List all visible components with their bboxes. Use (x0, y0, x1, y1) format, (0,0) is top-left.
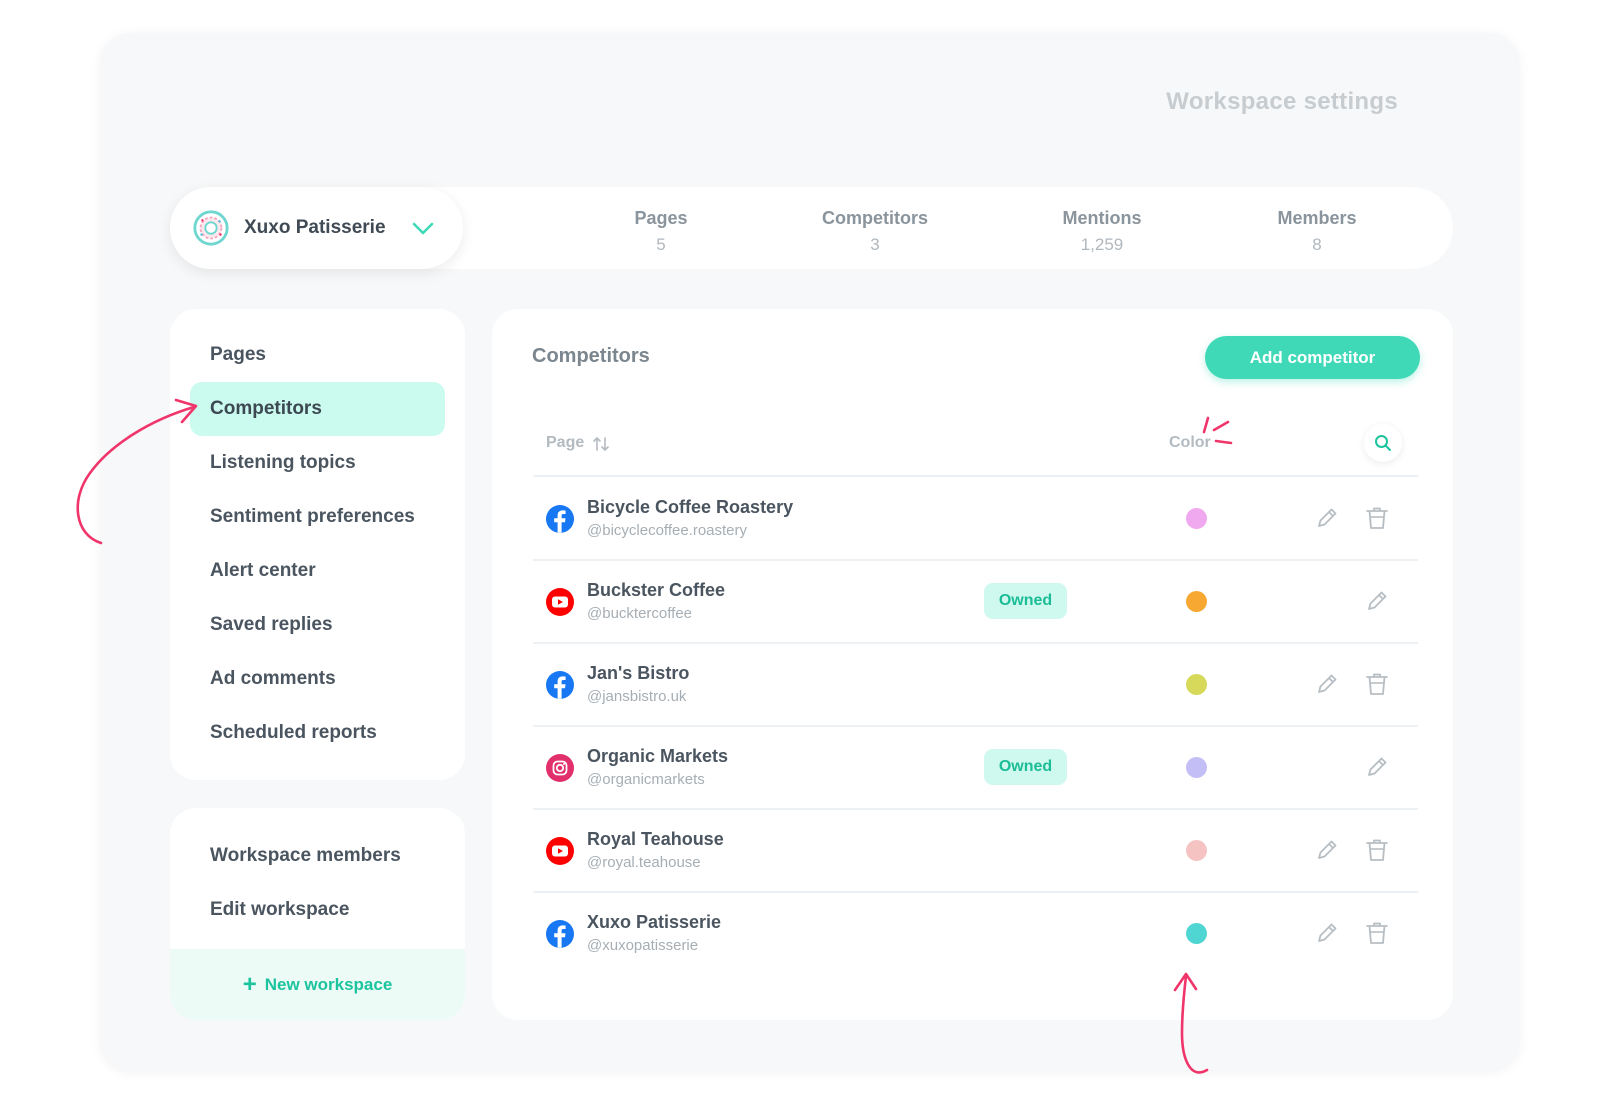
stat-value: 5 (656, 235, 666, 254)
new-workspace-button[interactable]: + New workspace (170, 949, 465, 1020)
nav-item-ad-comments[interactable]: Ad comments (190, 652, 445, 706)
edit-icon[interactable] (1363, 753, 1391, 781)
stat-mentions: Mentions 1,259 (1022, 208, 1182, 255)
search-icon (1375, 435, 1391, 451)
column-header-page[interactable]: Page (546, 434, 584, 452)
nav-item-edit-workspace[interactable]: Edit workspace (190, 883, 445, 937)
stat-competitors: Competitors 3 (795, 208, 955, 255)
color-dot[interactable] (1186, 508, 1207, 529)
table-row[interactable]: Buckster Coffee @bucktercoffee Owned (533, 560, 1418, 643)
workspace-name: Xuxo Patisserie (244, 217, 386, 238)
section-title: Competitors (532, 345, 650, 367)
stat-label: Competitors (821, 208, 928, 228)
owned-badge: Owned (984, 749, 1067, 785)
page-handle: @royal.teahouse (587, 854, 701, 871)
stat-pages: Pages 5 (581, 208, 741, 255)
table-row[interactable]: Xuxo Patisserie @xuxopatisserie (533, 892, 1418, 975)
stat-label: Members (1277, 208, 1357, 228)
stat-label: Mentions (1062, 208, 1142, 228)
donut-logo-icon (193, 210, 229, 246)
edit-icon[interactable] (1313, 836, 1341, 864)
trash-icon[interactable] (1363, 504, 1391, 532)
page-name: Bicycle Coffee Roastery (587, 497, 794, 517)
page-name: Royal Teahouse (587, 829, 724, 849)
facebook-icon (545, 919, 575, 949)
color-dot[interactable] (1186, 923, 1207, 944)
nav-item-alert-center[interactable]: Alert center (190, 544, 445, 598)
color-dot[interactable] (1186, 757, 1207, 778)
table-row[interactable]: Bicycle Coffee Roastery @bicyclecoffee.ro… (533, 477, 1418, 560)
nav-item-saved-replies[interactable]: Saved replies (190, 598, 445, 652)
column-header-color: Color (1169, 434, 1211, 451)
facebook-icon (545, 670, 575, 700)
stat-value: 3 (870, 235, 880, 254)
color-dot[interactable] (1186, 591, 1207, 612)
nav-item-scheduled-reports[interactable]: Scheduled reports (190, 706, 445, 760)
table-row[interactable]: Jan's Bistro @jansbistro.uk (533, 643, 1418, 726)
color-dot[interactable] (1186, 840, 1207, 861)
youtube-icon (545, 587, 575, 617)
stat-members: Members 8 (1237, 208, 1397, 255)
sort-icon[interactable] (592, 435, 610, 453)
stat-value: 8 (1312, 235, 1322, 254)
nav-item-listening-topics[interactable]: Listening topics (190, 436, 445, 490)
page-name: Organic Markets (587, 746, 729, 766)
stat-value: 1,259 (1080, 235, 1124, 254)
table-row[interactable]: Organic Markets @organicmarkets Owned (533, 726, 1418, 809)
nav-item-workspace-members[interactable]: Workspace members (190, 829, 445, 883)
edit-icon[interactable] (1313, 504, 1341, 532)
page-title: Workspace settings (1166, 88, 1398, 115)
page-handle: @bucktercoffee (587, 605, 693, 622)
trash-icon[interactable] (1363, 919, 1391, 947)
nav-item-pages[interactable]: Pages (190, 328, 445, 382)
nav-item-sentiment-preferences[interactable]: Sentiment preferences (190, 490, 445, 544)
page-name: Buckster Coffee (587, 580, 726, 600)
table-row[interactable]: Royal Teahouse @royal.teahouse (533, 809, 1418, 892)
page-name: Xuxo Patisserie (587, 912, 722, 932)
workspace-selector[interactable]: Xuxo Patisserie (170, 187, 463, 269)
add-competitor-button[interactable]: Add competitor (1205, 336, 1420, 379)
facebook-icon (545, 504, 575, 534)
page-name: Jan's Bistro (587, 663, 690, 683)
chevron-down-icon (412, 222, 434, 235)
new-workspace-label: New workspace (264, 974, 393, 994)
instagram-icon (545, 753, 575, 783)
edit-icon[interactable] (1363, 587, 1391, 615)
color-dot[interactable] (1186, 674, 1207, 695)
search-button[interactable] (1364, 424, 1402, 462)
trash-icon[interactable] (1363, 670, 1391, 698)
page-handle: @bicyclecoffee.roastery (587, 522, 748, 539)
youtube-icon (545, 836, 575, 866)
page-handle: @jansbistro.uk (587, 688, 687, 705)
edit-icon[interactable] (1313, 670, 1341, 698)
nav-item-competitors[interactable]: Competitors (190, 382, 445, 436)
edit-icon[interactable] (1313, 919, 1341, 947)
plus-icon: + (242, 970, 257, 998)
owned-badge: Owned (984, 583, 1067, 619)
page-handle: @organicmarkets (587, 771, 705, 788)
trash-icon[interactable] (1363, 836, 1391, 864)
stat-label: Pages (634, 208, 688, 228)
page-handle: @xuxopatisserie (587, 937, 699, 954)
